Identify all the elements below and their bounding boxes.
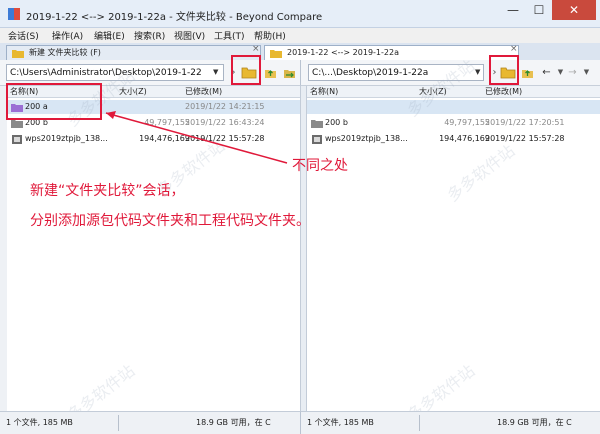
file-size: 194,476,169 — [439, 134, 490, 143]
file-row[interactable]: wps2019ztpjb_138... 194,476,169 2019/1/2… — [307, 132, 600, 146]
right-file-pane[interactable]: 200 b 49,797,155 2019/1/22 17:20:51 wps2… — [307, 98, 600, 411]
swap-sides-icon[interactable] — [283, 66, 296, 79]
column-header-modified[interactable]: 已修改(M) — [485, 86, 522, 98]
file-name: 200 b — [325, 118, 348, 127]
left-free-space: 18.9 GB 可用，在 C — [196, 418, 271, 427]
left-margin — [0, 86, 7, 411]
app-logo-icon — [8, 8, 20, 20]
menu-tools[interactable]: 工具(T) — [214, 29, 245, 42]
exe-file-icon — [12, 135, 22, 144]
menu-session[interactable]: 会话(S) — [8, 29, 39, 42]
forward-icon[interactable]: → — [565, 65, 580, 80]
right-status-bar: 1 个文件, 185 MB 18.9 GB 可用，在 C — [300, 411, 600, 434]
file-modified: 2019/1/22 17:20:51 — [485, 118, 565, 127]
highlight-box-left-header — [6, 83, 102, 120]
folder-compare-icon — [270, 50, 282, 58]
status-divider — [118, 415, 119, 431]
tab-session-compare[interactable]: 2019-1-22 <--> 2019-1-22a — [264, 45, 519, 60]
file-size: 49,797,155 — [144, 118, 190, 127]
tab-label: 新建 文件夹比较 (F) — [29, 48, 101, 57]
file-row[interactable] — [307, 100, 600, 114]
minimize-button[interactable]: — — [500, 0, 526, 20]
menu-edit[interactable]: 编辑(E) — [94, 29, 125, 42]
file-row[interactable]: wps2019ztpjb_138... 194,476,169 2019/1/2… — [7, 132, 300, 146]
left-file-pane[interactable]: 200 a 2019/1/22 14:21:15 200 b 49,797,15… — [7, 98, 300, 411]
right-file-count: 1 个文件, 185 MB — [307, 418, 374, 427]
file-row[interactable]: 200 b 49,797,155 2019/1/22 17:20:51 — [307, 116, 600, 130]
tab-label: 2019-1-22 <--> 2019-1-22a — [287, 48, 399, 57]
menu-search[interactable]: 搜索(R) — [134, 29, 165, 42]
menu-actions[interactable]: 操作(A) — [52, 29, 83, 42]
folder-icon — [311, 120, 323, 128]
menu-view[interactable]: 视图(V) — [174, 29, 205, 42]
menu-help[interactable]: 帮助(H) — [254, 29, 286, 42]
parent-folder-icon[interactable] — [264, 66, 277, 79]
back-icon[interactable]: ← — [539, 65, 554, 80]
title-bar: 2019-1-22 <--> 2019-1-22a - 文件夹比较 - Beyo… — [0, 0, 600, 28]
chevron-down-icon[interactable]: ▼ — [579, 65, 594, 80]
column-header-name[interactable]: 名称(N) — [310, 86, 338, 98]
left-status-bar: 1 个文件, 185 MB 18.9 GB 可用，在 C — [0, 411, 300, 434]
tab-new-folder-compare[interactable]: 新建 文件夹比较 (F) — [6, 45, 261, 60]
file-modified: 2019/1/22 14:21:15 — [185, 102, 265, 111]
tab-close-icon[interactable]: × — [252, 44, 260, 54]
folder-compare-icon — [12, 50, 24, 58]
menu-bar: 会话(S) 操作(A) 编辑(E) 搜索(R) 视图(V) 工具(T) 帮助(H… — [0, 28, 600, 43]
close-button[interactable]: ✕ — [552, 0, 596, 20]
exe-file-icon — [312, 135, 322, 144]
status-divider — [419, 415, 420, 431]
file-modified: 2019/1/22 15:57:28 — [185, 134, 265, 143]
file-size: 194,476,169 — [139, 134, 190, 143]
center-gutter — [300, 86, 307, 411]
annotation-line-2: 分别添加源包代码文件夹和工程代码文件夹。 — [30, 213, 310, 229]
highlight-box-right-browse — [489, 55, 519, 85]
annotation-diff-label: 不同之处 — [292, 158, 348, 174]
window-title: 2019-1-22 <--> 2019-1-22a - 文件夹比较 - Beyo… — [26, 12, 323, 23]
parent-folder-icon[interactable] — [521, 66, 534, 79]
file-name: wps2019ztpjb_138... — [25, 134, 108, 143]
maximize-button[interactable]: ☐ — [526, 0, 552, 20]
left-file-count: 1 个文件, 185 MB — [6, 418, 73, 427]
highlight-box-left-browse — [231, 55, 261, 85]
annotation-line-1: 新建“文件夹比较”会话， — [30, 183, 185, 199]
column-header-modified[interactable]: 已修改(M) — [185, 86, 222, 98]
right-free-space: 18.9 GB 可用，在 C — [497, 418, 572, 427]
file-modified: 2019/1/22 16:43:24 — [185, 118, 265, 127]
file-size: 49,797,155 — [444, 118, 490, 127]
chevron-down-icon[interactable]: ▼ — [213, 64, 218, 81]
folder-icon — [11, 120, 23, 128]
file-name: wps2019ztpjb_138... — [325, 134, 408, 143]
tab-close-icon[interactable]: × — [510, 44, 518, 54]
